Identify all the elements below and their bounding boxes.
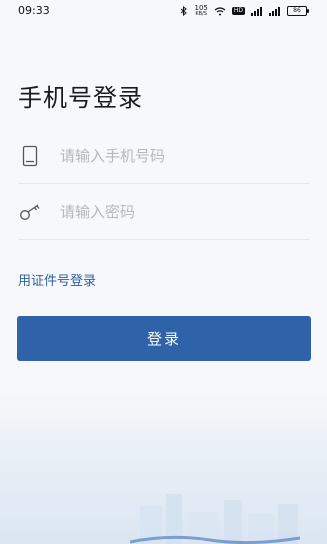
- phone-icon: [18, 144, 42, 168]
- status-bar: 09:33 105 KB/S HD 86: [0, 0, 327, 24]
- wifi-icon: [214, 6, 226, 15]
- page-title: 手机号登录: [18, 84, 143, 112]
- background-decoration: [130, 494, 301, 544]
- network-speed: 105 KB/S: [194, 4, 208, 17]
- signal-icon: [251, 6, 262, 16]
- hd-badge: HD: [231, 7, 245, 15]
- phone-input[interactable]: [58, 145, 282, 166]
- signal-icon-2: [269, 6, 280, 16]
- password-field: [18, 184, 310, 240]
- bluetooth-icon: [181, 6, 188, 16]
- status-icons: 105 KB/S HD 86: [180, 4, 309, 17]
- battery-icon: 86: [287, 6, 309, 16]
- phone-field: [18, 128, 310, 184]
- key-icon: [18, 200, 42, 224]
- status-time: 09:33: [18, 4, 50, 17]
- id-login-link[interactable]: 用证件号登录: [18, 270, 96, 289]
- password-input[interactable]: [58, 201, 282, 222]
- login-button[interactable]: 登录: [17, 316, 311, 361]
